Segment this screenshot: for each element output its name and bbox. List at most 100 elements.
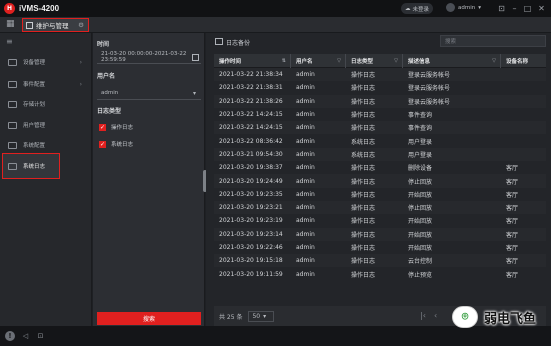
sidebar-item-events[interactable]: 事件配置 › [2, 75, 90, 93]
sound-icon[interactable]: ◁ [21, 332, 30, 341]
column-header-user[interactable]: 用户名 ▽ [291, 53, 346, 68]
gear-icon[interactable]: ⚙ [78, 21, 84, 29]
maximize-icon[interactable]: □ [523, 4, 532, 13]
table-row[interactable]: 2021-03-20 19:15:18 admin 操作日志 云台控制 客厅 [214, 254, 546, 268]
watermark-text: 弱电飞鱼 [484, 311, 537, 327]
tab-maintenance[interactable]: 维护与管理 ⚙ [22, 18, 89, 32]
cell-time: 2021-03-20 19:23:19 [219, 217, 283, 225]
cell-user: admin [296, 71, 315, 79]
cell-description: 开始回放 [408, 231, 433, 239]
backup-icon[interactable] [215, 38, 223, 45]
table-row[interactable]: 2021-03-20 19:38:37 admin 操作日志 删除设备 客厅 [214, 161, 546, 175]
cell-user: admin [296, 244, 315, 251]
settings-box-icon [26, 21, 33, 29]
search-input[interactable]: 搜索 [440, 35, 546, 47]
table-row[interactable]: 2021-03-20 19:24:49 admin 操作日志 停止回放 客厅 [214, 174, 546, 188]
page-size-select[interactable]: 50 ▾ [248, 310, 275, 322]
column-header-type[interactable]: 日志类型 ▽ [346, 53, 403, 68]
cell-user: admin [296, 190, 315, 198]
user-menu[interactable]: admin ▾ [446, 3, 481, 12]
table-row[interactable]: 2021-03-22 14:24:15 admin 操作日志 事件查询 [214, 107, 546, 122]
calendar-icon[interactable] [192, 54, 199, 61]
prev-page-icon[interactable]: ‹ [434, 311, 437, 320]
sidebar-item-users[interactable]: 用户管理 [2, 116, 90, 134]
status-bar: ! ◁ ⊡ [0, 326, 551, 346]
system-config-icon [8, 141, 17, 149]
checkbox-label: 操作日志 [111, 125, 134, 131]
cell-device: 客厅 [506, 165, 519, 173]
page-size-value: 50 [252, 312, 261, 320]
cell-type: 操作日志 [351, 191, 376, 199]
alert-icon[interactable]: ! [5, 331, 15, 341]
checkmark-icon: ✓ [99, 140, 106, 148]
broadcast-icon[interactable]: ⊡ [36, 332, 45, 341]
table-row[interactable]: 2021-03-20 19:23:35 admin 操作日志 开始回放 客厅 [214, 187, 546, 201]
cell-user: admin [296, 177, 315, 185]
cloud-status-button[interactable]: ☁ 未登录 [401, 3, 434, 14]
filter-icon[interactable]: ▽ [337, 58, 341, 64]
username-select-value: admin [101, 90, 119, 96]
log-backup-button[interactable]: 日志备份 [226, 38, 250, 47]
first-page-icon[interactable]: |‹ [420, 311, 426, 320]
username-select[interactable]: admin ▾ [97, 87, 201, 100]
cell-time: 2021-03-20 19:15:18 [219, 257, 283, 265]
table-row[interactable]: 2021-03-22 08:36:42 admin 系统日志 用户登录 [214, 134, 546, 148]
chevron-right-icon: › [79, 80, 82, 88]
cell-type: 操作日志 [351, 205, 376, 213]
table-row[interactable]: 2021-03-20 19:23:21 admin 操作日志 停止回放 客厅 [214, 200, 546, 215]
cell-time: 2021-03-20 19:23:35 [219, 190, 283, 198]
checkbox-system-log[interactable]: ✓ 系统日志 [99, 140, 133, 148]
cell-user: admin [296, 124, 315, 132]
sidebar-item-storage[interactable]: 存储计划 [2, 95, 90, 113]
cell-type: 操作日志 [351, 85, 376, 93]
app-logo: H [4, 3, 15, 14]
table-row[interactable]: 2021-03-22 14:24:15 admin 操作日志 事件查询 [214, 121, 546, 135]
sidebar-item-label: 事件配置 [23, 82, 46, 88]
app-title: iVMS-4200 [19, 4, 60, 13]
cell-description: 停止回放 [408, 205, 433, 213]
filter-icon[interactable]: ▽ [492, 58, 496, 64]
cell-time: 2021-03-20 19:11:59 [219, 270, 283, 278]
table-row[interactable]: 2021-03-22 21:38:34 admin 操作日志 登录云服务帐号 [214, 68, 546, 82]
wechat-logo-icon: ⌾ [452, 306, 478, 328]
table-row[interactable]: 2021-03-22 21:38:31 admin 操作日志 登录云服务帐号 [214, 81, 546, 95]
column-header-description[interactable]: 描述信息 ▽ [403, 53, 501, 68]
cell-description: 云台控制 [408, 258, 433, 266]
username-filter-label: 用户名 [97, 73, 116, 80]
sidebar-item-label: 系统配置 [23, 143, 46, 149]
chevron-down-icon: ▾ [263, 312, 267, 320]
log-type-label: 日志类型 [97, 108, 122, 115]
sort-icon[interactable]: ⇅ [282, 58, 286, 64]
filter-icon[interactable]: ▽ [394, 58, 398, 64]
column-header-device[interactable]: 设备名称 [501, 54, 546, 68]
home-grid-icon[interactable]: ▦ [6, 19, 18, 30]
cell-device: 客厅 [506, 245, 519, 252]
cell-description: 停止回放 [408, 178, 433, 186]
username-label: admin [458, 4, 476, 11]
chevron-down-icon: ▾ [192, 90, 196, 97]
sidebar-item-system-config[interactable]: 系统配置 [2, 136, 90, 154]
table-row[interactable]: 2021-03-20 19:23:14 admin 操作日志 开始回放 客厅 [214, 227, 546, 241]
cell-type: 操作日志 [351, 98, 376, 106]
lock-icon[interactable]: ⊡ [497, 4, 506, 13]
time-range-field[interactable]: 21-03-20 00:00:00-2021-03-22 23:59:59 [97, 51, 201, 64]
minimize-icon[interactable]: – [510, 4, 519, 13]
table-row[interactable]: 2021-03-21 09:54:30 admin 系统日志 用户登录 [214, 147, 546, 162]
sidebar-item-system-log[interactable]: 系统日志 [2, 153, 60, 179]
cell-device: 客厅 [506, 205, 519, 213]
cell-type: 操作日志 [351, 178, 376, 186]
cell-type: 操作日志 [351, 245, 376, 252]
sidebar-item-devices[interactable]: 设备管理 › [2, 53, 90, 71]
checkbox-operation-log[interactable]: ✓ 操作日志 [99, 123, 133, 131]
table-row[interactable]: 2021-03-20 19:22:46 admin 操作日志 开始回放 客厅 [214, 240, 546, 255]
table-row[interactable]: 2021-03-20 19:23:19 admin 操作日志 开始回放 客厅 [214, 214, 546, 228]
cell-type: 操作日志 [351, 72, 376, 80]
device-icon [8, 58, 17, 66]
table-row[interactable]: 2021-03-20 19:11:59 admin 操作日志 停止预览 客厅 [214, 267, 546, 281]
table-row[interactable]: 2021-03-22 21:38:26 admin 操作日志 登录云服务帐号 [214, 94, 546, 108]
time-range-value: 21-03-20 00:00:00-2021-03-22 23:59:59 [101, 51, 187, 63]
search-button[interactable]: 搜索 [97, 312, 201, 325]
menu-collapse-icon[interactable]: ≡ [6, 37, 13, 46]
close-icon[interactable]: ✕ [537, 4, 546, 13]
column-header-time[interactable]: 操作时间 ⇅ [214, 53, 291, 68]
